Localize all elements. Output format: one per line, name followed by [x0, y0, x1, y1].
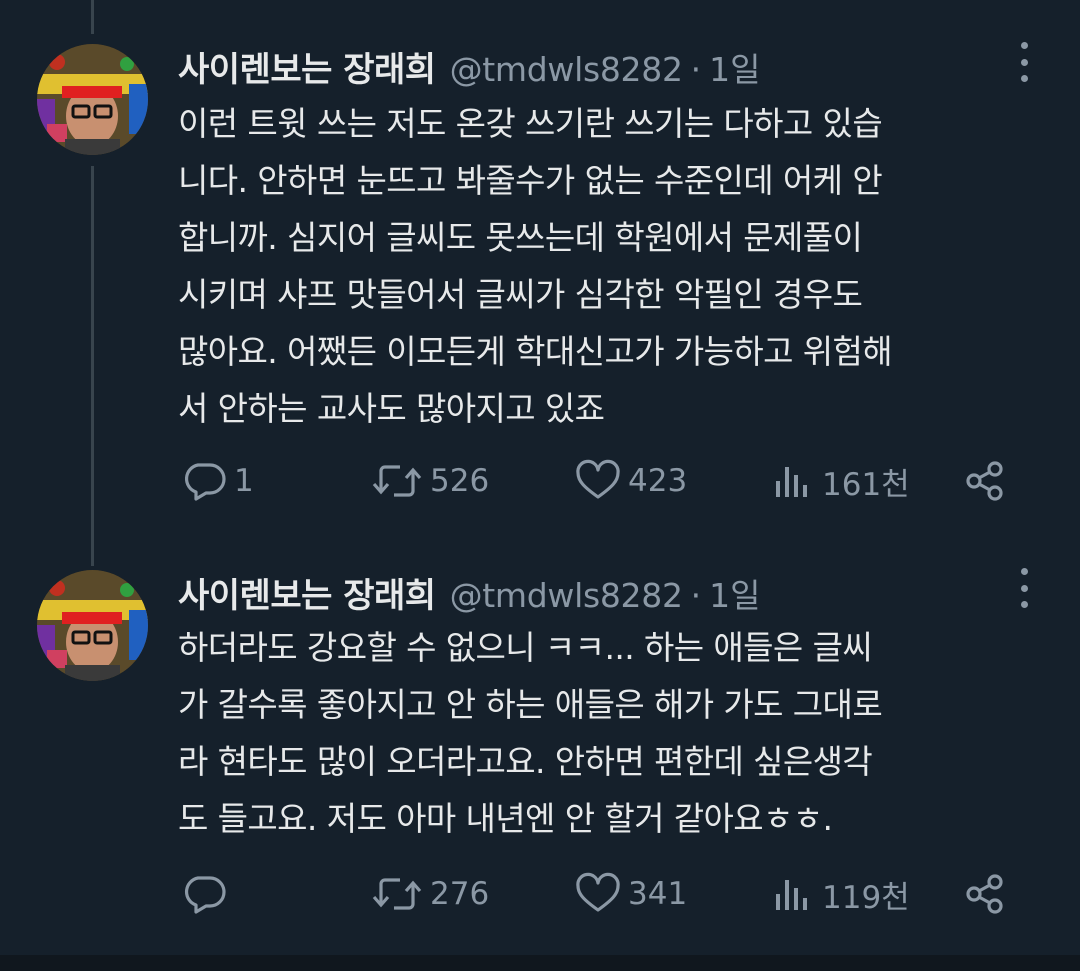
text-line: 이런 트윗 쓰는 저도 온갖 쓰기란 쓰기는 다하고 있습 [178, 104, 883, 143]
thread-line-top [91, 0, 94, 34]
reply-icon [185, 876, 226, 914]
text-line: 시키며 샤프 맛들어서 글씨가 심각한 악필인 경우도 [178, 275, 863, 314]
avatar-image [37, 570, 148, 681]
text-line: 가 갈수록 좋아지고 안 하는 애들은 해가 가도 그대로 [178, 685, 883, 724]
text-line: 하더라도 강요할 수 없으니 ㅋㅋ... 하는 애들은 글씨 [178, 628, 873, 667]
reply-icon [185, 463, 226, 501]
avatar-image [37, 44, 148, 155]
share-button[interactable] [964, 456, 1008, 506]
text-line: 합니까. 심지어 글씨도 못쓰는데 학원에서 문제풀이 [178, 218, 863, 257]
more-icon[interactable] [1012, 42, 1036, 82]
author-handle[interactable]: @tmdwls8282 [450, 50, 683, 89]
view-count: 161천 [822, 466, 910, 503]
text-line: 니다. 안하면 눈뜨고 봐줄수가 없는 수준인데 어케 안 [178, 161, 883, 200]
reply-button[interactable]: 1 [180, 456, 254, 506]
retweet-button[interactable]: 276 [370, 869, 489, 919]
reply-button[interactable] [180, 869, 234, 919]
author-name[interactable]: 사이렌보는 장래희 [178, 568, 436, 617]
more-icon[interactable] [1012, 568, 1036, 608]
share-button[interactable] [964, 869, 1008, 919]
text-line: 많아요. 어쨌든 이모든게 학대신고가 가능하고 위험해 [178, 332, 893, 371]
heart-icon [576, 872, 620, 912]
retweet-count: 526 [430, 463, 490, 499]
like-count: 341 [628, 876, 688, 912]
tweet-actions: 1 526 423 161천 [0, 456, 1080, 506]
text-line: 서 안하는 교사도 많아지고 있죠 [178, 389, 605, 428]
separator-dot: · [690, 576, 702, 615]
like-button[interactable]: 423 [574, 456, 687, 506]
bottom-divider [0, 955, 1080, 971]
view-count: 119천 [822, 879, 910, 916]
text-line: 도 들고요. 저도 아마 내년엔 안 할거 같아요ㅎㅎ. [178, 799, 833, 838]
reply-count: 1 [234, 463, 254, 499]
share-icon [966, 874, 1003, 914]
tweet-actions: 276 341 119천 [0, 869, 1080, 919]
author-name[interactable]: 사이렌보는 장래희 [178, 42, 436, 91]
thread-line-mid [91, 166, 94, 566]
retweet-icon [372, 465, 422, 497]
like-count: 423 [628, 463, 688, 499]
views-button[interactable]: 119천 [772, 869, 910, 919]
retweet-count: 276 [430, 876, 490, 912]
like-button[interactable]: 341 [574, 869, 687, 919]
tweet-header: 사이렌보는 장래희 @tmdwls8282 · 1일 [178, 42, 761, 91]
tweet-text: 이런 트윗 쓰는 저도 온갖 쓰기란 쓰기는 다하고 있습 니다. 안하면 눈뜨… [178, 95, 1058, 437]
separator-dot: · [690, 50, 702, 89]
retweet-button[interactable]: 526 [370, 456, 489, 506]
heart-icon [576, 459, 620, 499]
text-line: 라 현타도 많이 오더라고요. 안하면 편한데 싶은생각 [178, 742, 873, 781]
retweet-icon [372, 878, 422, 910]
tweet-header: 사이렌보는 장래희 @tmdwls8282 · 1일 [178, 568, 761, 617]
views-button[interactable]: 161천 [772, 456, 910, 506]
share-icon [966, 461, 1003, 501]
views-icon [776, 880, 807, 910]
author-handle[interactable]: @tmdwls8282 [450, 576, 683, 615]
tweet-text: 하더라도 강요할 수 없으니 ㅋㅋ... 하는 애들은 글씨 가 갈수록 좋아지… [178, 619, 1058, 847]
avatar[interactable] [37, 44, 148, 155]
avatar[interactable] [37, 570, 148, 681]
timestamp[interactable]: 1일 [709, 569, 760, 617]
timestamp[interactable]: 1일 [709, 43, 760, 91]
views-icon [776, 467, 807, 497]
